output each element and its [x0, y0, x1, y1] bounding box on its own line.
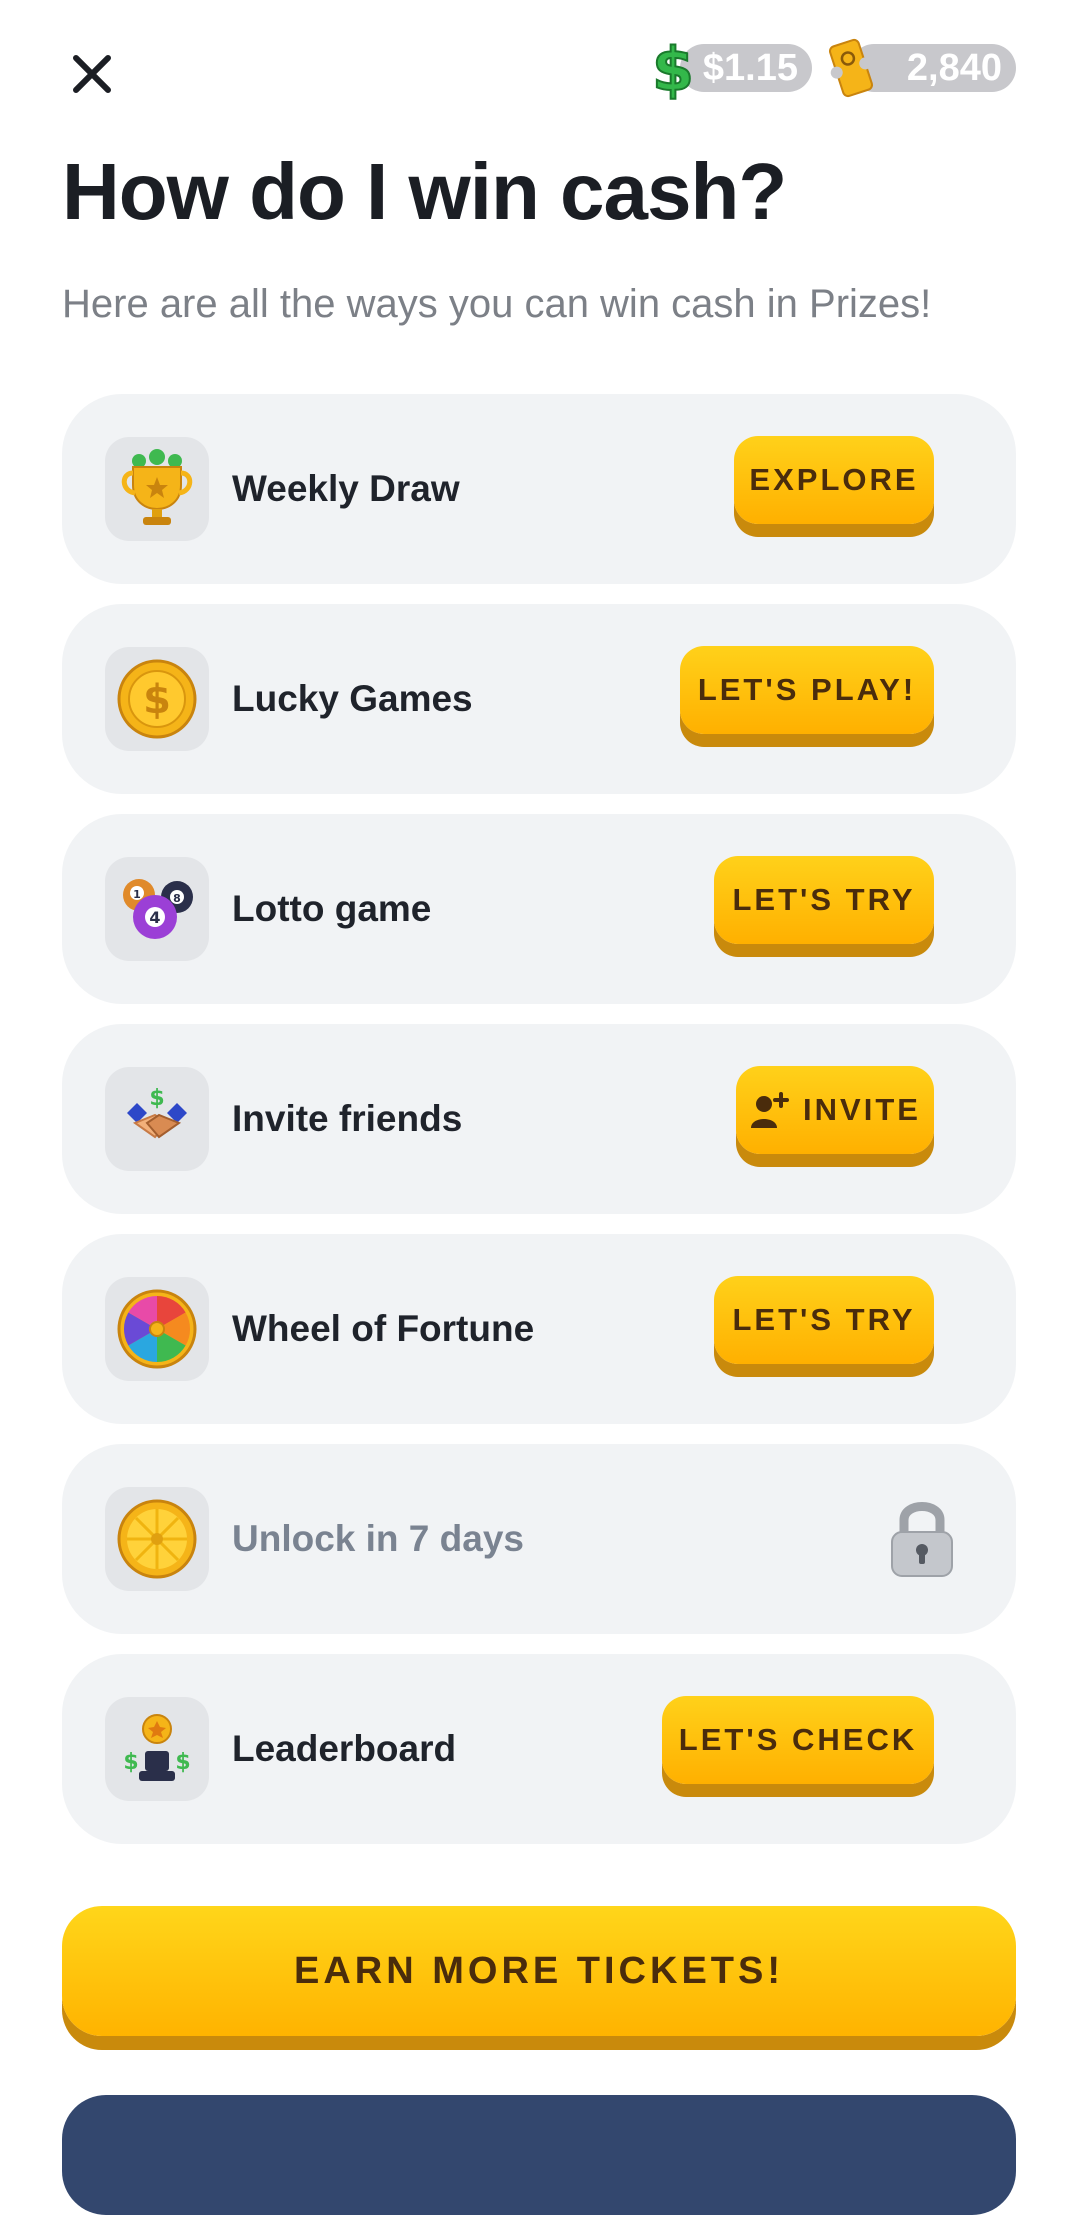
page-title: How do I win cash?: [62, 147, 787, 236]
lets-check-button[interactable]: LET'S CHECK: [662, 1696, 934, 1784]
lock-icon: [891, 1502, 953, 1577]
way-label: Lotto game: [232, 888, 432, 929]
handshake-icon: $: [127, 1086, 187, 1139]
explore-button[interactable]: EXPLORE: [734, 436, 934, 524]
way-card-weekly-draw: Weekly Draw EXPLORE: [62, 394, 1016, 584]
way-label: Lucky Games: [232, 678, 473, 719]
way-card-lotto-game: 4 8 1 Lotto game LET'S TRY: [62, 814, 1016, 1004]
svg-text:$: $: [143, 677, 171, 723]
trophy-icon-box: [105, 437, 209, 541]
way-card-invite-friends: $ Invite friends INVITE: [62, 1024, 1016, 1214]
lets-try-wheel-button[interactable]: LET'S TRY: [714, 1276, 934, 1364]
invite-button-label: INVITE: [803, 1092, 921, 1127]
gold-wheel-icon: [117, 1499, 197, 1579]
svg-text:4: 4: [149, 908, 160, 927]
coin-icon-box: $: [105, 647, 209, 751]
lotto-balls-icon: 4 8 1: [123, 879, 193, 939]
way-label: Weekly Draw: [232, 468, 460, 509]
way-card-lucky-games: $ Lucky Games LET'S PLAY!: [62, 604, 1016, 794]
lotto-icon-box: 4 8 1: [105, 857, 209, 961]
gold-wheel-icon-box: [105, 1487, 209, 1591]
svg-text:1: 1: [133, 888, 141, 901]
cash-balance-value: $1.15: [702, 47, 798, 89]
handshake-icon-box: $: [105, 1067, 209, 1171]
lets-play-button[interactable]: LET'S PLAY!: [680, 646, 934, 734]
earn-more-tickets-button[interactable]: EARN MORE TICKETS!: [62, 1906, 1016, 2036]
add-person-icon: [751, 1092, 790, 1128]
ticket-balance[interactable]: 2,840: [829, 38, 1016, 98]
svg-text:8: 8: [173, 892, 181, 905]
lets-try-lotto-button[interactable]: LET'S TRY: [714, 856, 934, 944]
trophy-icon: [121, 449, 193, 525]
way-label: Wheel of Fortune: [232, 1308, 535, 1349]
podium-icon: $ $: [123, 1714, 191, 1781]
cash-balance[interactable]: $ $1.15: [651, 36, 812, 100]
podium-icon-box: $ $: [105, 1697, 209, 1801]
ticket-balance-value: 2,840: [906, 47, 1002, 89]
fortune-wheel-icon: [117, 1289, 197, 1369]
bottom-action-bar[interactable]: [62, 2095, 1016, 2215]
svg-text:$: $: [175, 1750, 190, 1775]
way-card-locked: Unlock in 7 days: [62, 1444, 1016, 1634]
way-card-wheel-of-fortune: Wheel of Fortune LET'S TRY: [62, 1234, 1016, 1424]
dollar-sign-icon: $: [651, 36, 695, 100]
way-label: Invite friends: [232, 1098, 463, 1139]
ticket-icon: [829, 38, 873, 98]
close-icon: [73, 55, 111, 93]
svg-text:$: $: [652, 36, 694, 100]
close-button[interactable]: [62, 44, 122, 104]
svg-text:$: $: [123, 1750, 138, 1775]
page-subtitle: Here are all the ways you can win cash i…: [62, 282, 932, 326]
way-label: Leaderboard: [232, 1728, 457, 1769]
way-label: Unlock in 7 days: [232, 1518, 524, 1559]
fortune-wheel-icon-box: [105, 1277, 209, 1381]
svg-text:$: $: [149, 1086, 164, 1111]
invite-button[interactable]: INVITE: [736, 1066, 934, 1154]
coin-icon: $: [117, 659, 197, 739]
way-card-leaderboard: $ $ Leaderboard LET'S CHECK: [62, 1654, 1016, 1844]
